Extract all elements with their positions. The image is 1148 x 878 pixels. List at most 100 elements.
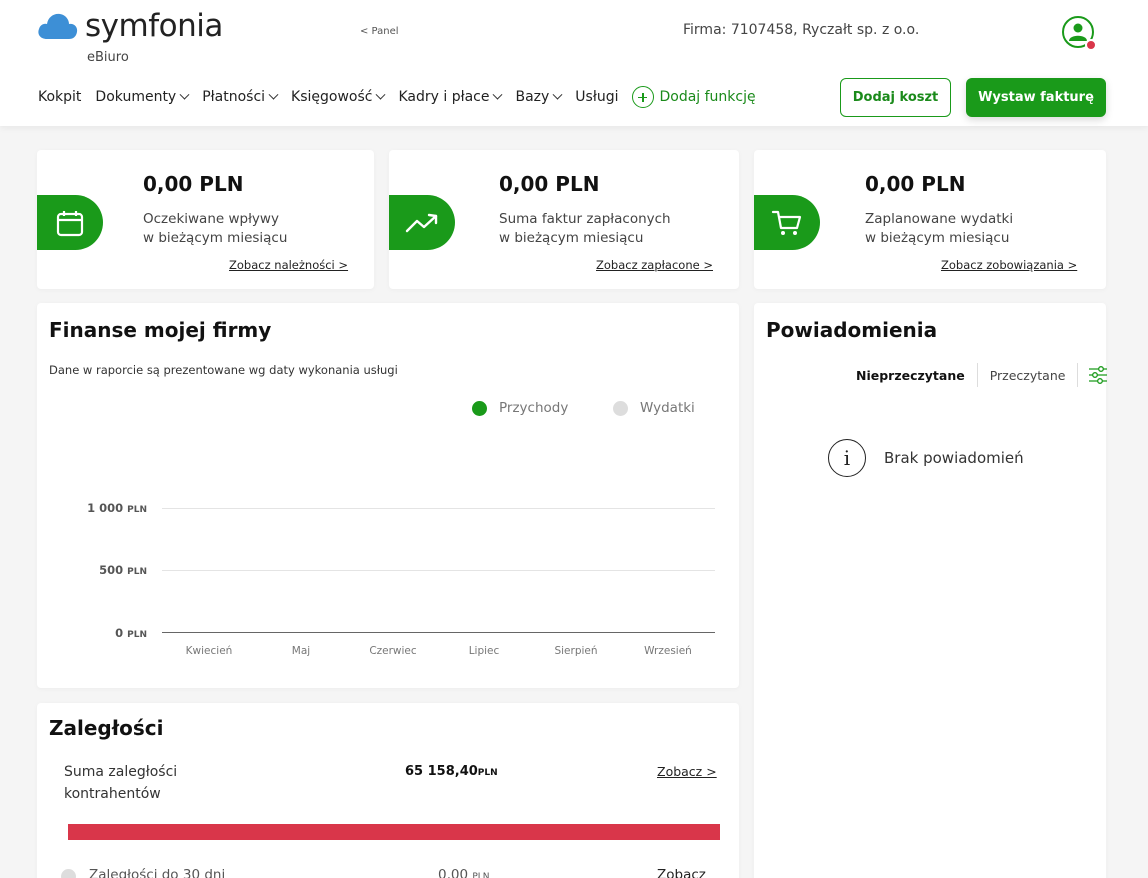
empty-notifications: i Brak powiadomień xyxy=(828,439,1024,477)
finance-title: Finanse mojej firmy xyxy=(49,318,272,342)
amount-value: 65 158,40 xyxy=(405,764,478,779)
nav-label: Dokumenty xyxy=(95,89,177,105)
finance-panel: Finanse mojej firmy Dane w raporcie są p… xyxy=(37,303,739,688)
empty-message: Brak powiadomień xyxy=(884,449,1024,467)
legend-expenses[interactable]: Wydatki xyxy=(613,400,695,416)
symfonia-logo[interactable]: symfonia xyxy=(37,8,223,44)
y-tick-label: 500 PLN xyxy=(47,563,147,577)
summary-description: Zaplanowane wydatki w bieżącym miesiącu xyxy=(865,210,1013,248)
cloud-logo-icon xyxy=(38,13,78,39)
legend-dot-expenses xyxy=(613,400,628,416)
arrears-label-line: Suma zaległości xyxy=(64,764,178,780)
arrears-see-link[interactable]: Zobacz > xyxy=(657,764,717,779)
nav-ksiegowosc[interactable]: Księgowość xyxy=(291,89,386,105)
summary-card-receivables: 0,00 PLN Oczekiwane wpływy w bieżącym mi… xyxy=(37,150,374,289)
summary-amount: 0,00 PLN xyxy=(865,172,966,196)
summary-card-expenses: 0,00 PLN Zaplanowane wydatki w bieżącym … xyxy=(754,150,1106,289)
calendar-icon xyxy=(56,210,84,236)
add-function-button[interactable]: Dodaj funkcję xyxy=(632,86,756,108)
main-nav: Kokpit Dokumenty Płatności Księgowość Ka… xyxy=(38,86,756,108)
amount-unit: PLN xyxy=(472,872,490,878)
filter-settings-icon[interactable] xyxy=(1088,365,1108,385)
legend-label: Przychody xyxy=(499,400,569,416)
summary-card-paid: 0,00 PLN Suma faktur zapłaconych w bieżą… xyxy=(389,150,739,289)
add-function-label: Dodaj funkcję xyxy=(659,89,756,105)
legend-income[interactable]: Przychody xyxy=(472,400,568,416)
x-tick-label: Wrzesień xyxy=(644,645,692,657)
trend-up-icon-badge xyxy=(389,195,455,250)
user-avatar[interactable] xyxy=(1062,16,1097,51)
nav-kadry[interactable]: Kadry i płace xyxy=(398,89,503,105)
arrears-row-30-days: Zaległości do 30 dni 0,00 PLN Zobacz > xyxy=(61,867,721,878)
y-tick-value: 0 xyxy=(115,626,124,640)
arrears-label-line: kontrahentów xyxy=(64,786,161,802)
cart-icon xyxy=(771,210,802,235)
nav-dokumenty[interactable]: Dokumenty xyxy=(95,89,190,105)
summary-line: w bieżącym miesiącu xyxy=(499,230,644,246)
legend-dot-income xyxy=(472,400,487,416)
summary-amount: 0,00 PLN xyxy=(499,172,600,196)
arrears-sum-label: Suma zaległości kontrahentów xyxy=(64,761,177,805)
x-axis-line xyxy=(162,632,715,633)
x-tick-label: Sierpień xyxy=(554,645,598,657)
nav-bazy[interactable]: Bazy xyxy=(515,89,563,105)
x-tick-label: Lipiec xyxy=(468,645,500,657)
legend-label: Wydatki xyxy=(640,400,695,416)
info-icon: i xyxy=(828,439,866,477)
arrears-bar xyxy=(68,824,720,840)
calendar-icon-badge xyxy=(37,195,103,250)
y-tick-value: 1 000 xyxy=(87,501,124,515)
paid-link[interactable]: Zobacz zapłacone > xyxy=(596,258,713,272)
chevron-down-icon xyxy=(179,89,190,100)
nav-label: Kadry i płace xyxy=(398,89,490,105)
summary-line: w bieżącym miesiącu xyxy=(143,230,288,246)
trend-up-icon xyxy=(405,213,438,232)
logo-text: symfonia xyxy=(85,8,223,44)
nav-label: Księgowość xyxy=(291,89,373,105)
summary-line: Oczekiwane wpływy xyxy=(143,211,279,227)
panel-link[interactable]: < Panel xyxy=(360,26,399,37)
row-label: Zaległości do 30 dni xyxy=(89,867,226,878)
y-tick-unit: PLN xyxy=(127,505,147,515)
receivables-link[interactable]: Zobacz należności > xyxy=(229,258,348,272)
nav-label: Płatności xyxy=(202,89,266,105)
issue-invoice-button[interactable]: Wystaw fakturę xyxy=(966,78,1106,117)
tab-unread[interactable]: Nieprzeczytane xyxy=(844,368,977,383)
y-tick-label: 0 PLN xyxy=(47,626,147,640)
tab-read[interactable]: Przeczytane xyxy=(978,368,1078,383)
summary-line: Suma faktur zapłaconych xyxy=(499,211,671,227)
summary-amount: 0,00 PLN xyxy=(143,172,244,196)
chevron-down-icon xyxy=(552,89,563,100)
top-header: symfonia eBiuro < Panel Firma: 7107458, … xyxy=(0,0,1148,126)
finance-subtitle: Dane w raporcie są prezentowane wg daty … xyxy=(49,363,398,377)
y-tick-unit: PLN xyxy=(127,630,147,640)
notifications-panel: Powiadomienia Nieprzeczytane Przeczytane… xyxy=(754,303,1108,878)
chevron-down-icon xyxy=(376,89,386,100)
nav-platnosci[interactable]: Płatności xyxy=(202,89,279,105)
row-amount: 0,00 PLN xyxy=(438,867,490,878)
notifications-tabs: Nieprzeczytane Przeczytane xyxy=(844,363,1108,387)
summary-line: Zaplanowane wydatki xyxy=(865,211,1014,227)
arrears-panel: Zaległości Suma zaległości kontrahentów … xyxy=(37,703,739,878)
plus-circle-icon xyxy=(632,86,655,108)
liabilities-link[interactable]: Zobacz zobowiązania > xyxy=(941,258,1077,272)
summary-description: Suma faktur zapłaconych w bieżącym miesi… xyxy=(499,210,671,248)
summary-line: w bieżącym miesiącu xyxy=(865,230,1010,246)
x-tick-label: Maj xyxy=(291,645,311,657)
summary-description: Oczekiwane wpływy w bieżącym miesiącu xyxy=(143,210,287,248)
amount-unit: PLN xyxy=(477,768,498,778)
x-tick-label: Czerwiec xyxy=(369,645,417,657)
arrears-sum-amount: 65 158,40PLN xyxy=(405,764,498,779)
nav-uslugi[interactable]: Usługi xyxy=(575,89,618,105)
nav-label: Kokpit xyxy=(38,89,82,105)
y-tick-label: 1 000 PLN xyxy=(47,501,147,515)
chevron-down-icon xyxy=(493,89,503,100)
grid-line xyxy=(162,570,715,571)
nav-label: Usługi xyxy=(575,89,619,105)
amount-value: 0,00 xyxy=(438,867,469,878)
row-see-link[interactable]: Zobacz > xyxy=(657,867,721,878)
nav-kokpit[interactable]: Kokpit xyxy=(38,89,81,105)
company-name: Firma: 7107458, Ryczałt sp. z o.o. xyxy=(683,22,920,38)
x-tick-label: Kwiecień xyxy=(185,645,233,657)
add-cost-button[interactable]: Dodaj koszt xyxy=(840,78,951,117)
